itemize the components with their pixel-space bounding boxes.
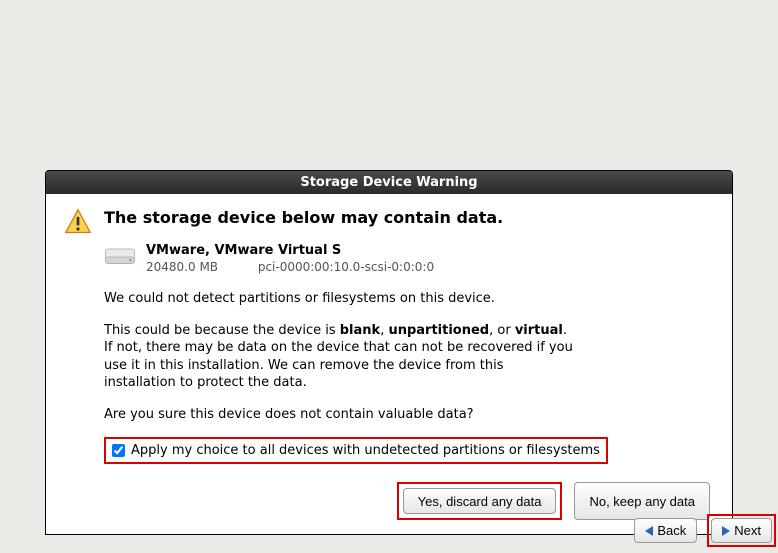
apply-all-label: Apply my choice to all devices with unde… bbox=[131, 443, 600, 458]
warning-icon bbox=[64, 208, 92, 520]
apply-all-checkbox-row[interactable]: Apply my choice to all devices with unde… bbox=[104, 437, 608, 464]
wizard-nav: Back Next bbox=[634, 514, 776, 547]
storage-warning-dialog: Storage Device Warning The storage devic… bbox=[45, 170, 733, 535]
dialog-heading: The storage device below may contain dat… bbox=[104, 208, 714, 227]
yes-discard-button[interactable]: Yes, discard any data bbox=[403, 488, 557, 514]
next-highlight: Next bbox=[707, 514, 776, 547]
device-meta: 20480.0 MB pci-0000:00:10.0-scsi-0:0:0:0 bbox=[146, 260, 714, 274]
device-name: VMware, VMware Virtual S bbox=[146, 243, 714, 258]
yes-highlight: Yes, discard any data bbox=[397, 482, 563, 520]
nodetect-text: We could not detect partitions or filesy… bbox=[104, 290, 574, 308]
disk-icon bbox=[104, 245, 136, 269]
dialog-body: The storage device below may contain dat… bbox=[46, 194, 732, 534]
device-info: VMware, VMware Virtual S 20480.0 MB pci-… bbox=[146, 243, 714, 274]
device-row: VMware, VMware Virtual S 20480.0 MB pci-… bbox=[104, 243, 714, 274]
arrow-left-icon bbox=[645, 526, 653, 536]
arrow-right-icon bbox=[722, 526, 730, 536]
back-button[interactable]: Back bbox=[634, 518, 697, 543]
dialog-title: Storage Device Warning bbox=[46, 171, 732, 194]
explain-text: This could be because the device is blan… bbox=[104, 322, 574, 392]
confirm-question: Are you sure this device does not contai… bbox=[104, 406, 574, 424]
device-size: 20480.0 MB bbox=[146, 260, 254, 274]
next-button[interactable]: Next bbox=[711, 518, 772, 543]
dialog-button-row: Yes, discard any data No, keep any data bbox=[104, 482, 714, 520]
device-path: pci-0000:00:10.0-scsi-0:0:0:0 bbox=[258, 260, 434, 274]
dialog-content: The storage device below may contain dat… bbox=[104, 208, 714, 520]
apply-all-checkbox[interactable] bbox=[112, 444, 125, 457]
